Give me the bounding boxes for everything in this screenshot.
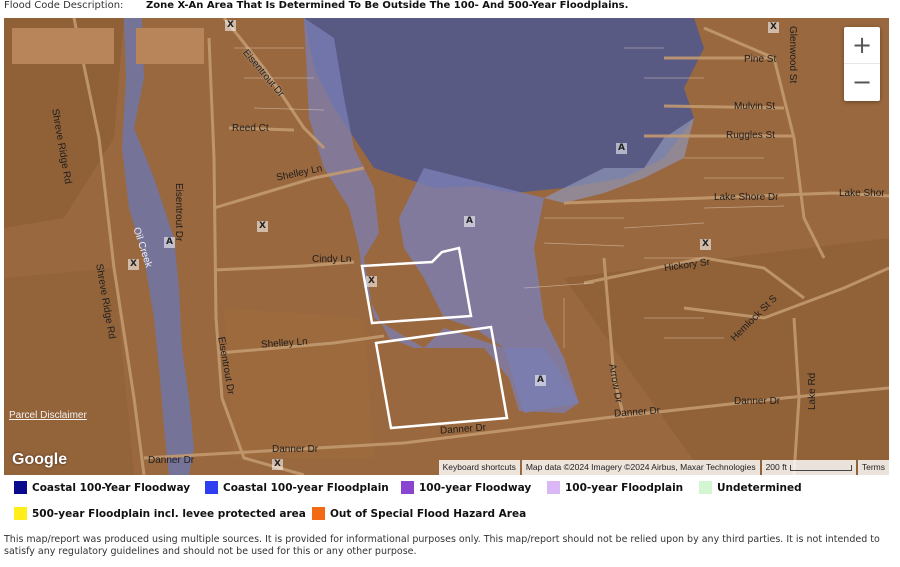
road-label-lake-shore-right: Lake Shor (839, 188, 885, 199)
legend-swatch (14, 507, 27, 520)
zone-a-marker: A (164, 237, 175, 248)
legend-label: Undetermined (717, 481, 802, 494)
disclaimer-text: This map/report was produced using multi… (4, 534, 880, 557)
road-label-lake-shore: Lake Shore Dr (714, 192, 779, 203)
road-label-eisentrout-left: Eisentrout Dr (173, 183, 184, 242)
zoom-controls: + − (844, 27, 880, 101)
map-data-credit: Map data ©2024 Imagery ©2024 Airbus, Max… (521, 460, 760, 475)
legend-swatch (699, 481, 712, 494)
road-label-cindy: Cindy Ln (312, 254, 352, 265)
road-label-lake-rd: Lake Rd (807, 372, 818, 410)
scale-indicator[interactable]: 200 ft (761, 460, 856, 475)
zone-x-marker: X (225, 20, 236, 31)
flood-map[interactable]: Eisentrout Dr Reed Ct Shelley Ln Eisentr… (4, 18, 889, 475)
legend-swatch (14, 481, 27, 494)
zone-x-marker: X (366, 276, 377, 287)
legend-label: Coastal 100-Year Floodway (32, 481, 191, 494)
keyboard-shortcuts-link[interactable]: Keyboard shortcuts (438, 460, 520, 475)
zone-a-marker: A (616, 143, 627, 154)
zone-x-marker: X (128, 259, 139, 270)
legend-label: 100-year Floodplain (565, 481, 684, 494)
zone-x-marker: X (700, 239, 711, 250)
legend-100yr-floodplain: 100-year Floodplain (547, 481, 683, 494)
zone-x-marker: X (257, 221, 268, 232)
zoom-in-button[interactable]: + (844, 27, 880, 64)
road-label-glenwood: Glenwood St (787, 26, 798, 84)
zoom-out-button[interactable]: − (844, 64, 880, 100)
road-label-danner-right: Danner Dr (734, 396, 781, 407)
legend-swatch (312, 507, 325, 520)
legend-swatch (205, 481, 218, 494)
legend-500yr-floodplain: 500-year Floodplain incl. levee protecte… (14, 507, 306, 520)
scale-label: 200 ft (765, 462, 787, 472)
legend-coastal-floodway: Coastal 100-Year Floodway (14, 481, 190, 494)
google-logo: Google (12, 451, 68, 468)
flood-code-label: Flood Code Description: (4, 0, 124, 11)
road-label-reed-ct: Reed Ct (232, 123, 269, 134)
terms-link[interactable]: Terms (857, 460, 889, 475)
map-attribution: Keyboard shortcuts Map data ©2024 Imager… (437, 460, 889, 475)
legend-label: 100-year Floodway (419, 481, 532, 494)
zone-a-marker: A (464, 216, 475, 227)
road-label-danner-left: Danner Dr (148, 455, 195, 466)
legend-swatch (547, 481, 560, 494)
legend-label: Out of Special Flood Hazard Area (330, 507, 527, 520)
zone-a-marker: A (535, 375, 546, 386)
road-label-pine: Pine St (744, 54, 777, 65)
parcel-disclaimer-link[interactable]: Parcel Disclaimer (9, 410, 87, 421)
legend-label: Coastal 100-year Floodplain (223, 481, 389, 494)
road-label-ruggles: Ruggles St (726, 130, 775, 141)
scale-bar-icon (789, 464, 852, 471)
legend-label: 500-year Floodplain incl. levee protecte… (32, 507, 306, 520)
flood-code-value: Zone X-An Area That Is Determined To Be … (146, 0, 629, 11)
zone-x-marker: X (272, 459, 283, 470)
legend-undetermined: Undetermined (699, 481, 802, 494)
flood-code-description: Flood Code Description: Zone X-An Area T… (0, 0, 900, 18)
legend-swatch (401, 481, 414, 494)
road-label-mulvin: Mulvin St (734, 101, 776, 112)
legend-coastal-floodplain: Coastal 100-year Floodplain (205, 481, 389, 494)
legend-out-of-sfha: Out of Special Flood Hazard Area (312, 507, 526, 520)
road-label-danner-mid: Danner Dr (272, 444, 319, 455)
zone-x-marker: X (768, 22, 779, 33)
legend-100yr-floodway: 100-year Floodway (401, 481, 531, 494)
